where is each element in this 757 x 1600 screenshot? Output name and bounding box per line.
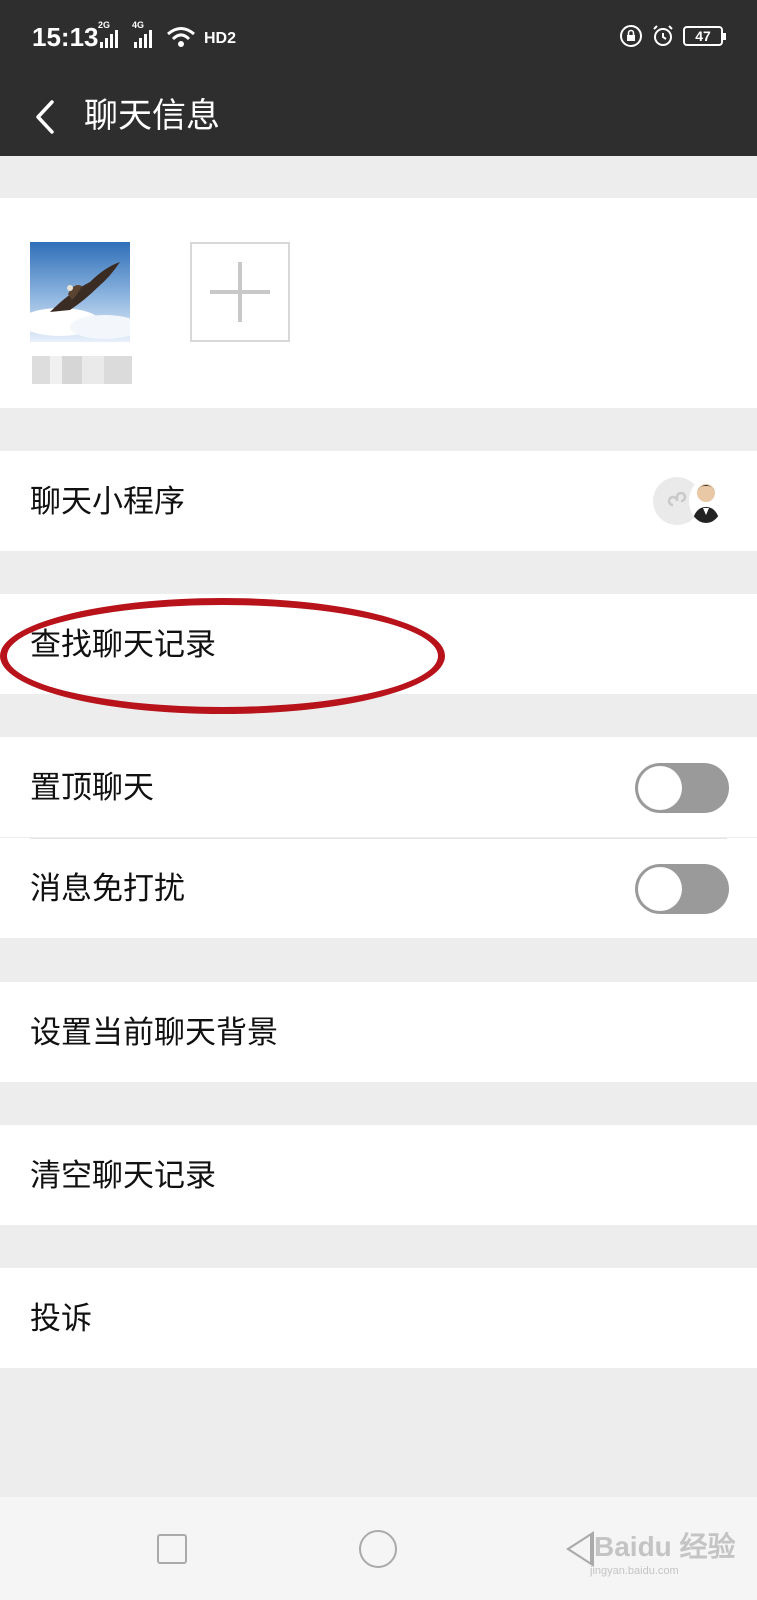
- status-time: 15:13: [32, 22, 99, 52]
- home-button[interactable]: [359, 1530, 397, 1568]
- signal-indicators: 2G 4G HD2: [98, 20, 237, 48]
- clear-history-label: 清空聊天记录: [30, 1158, 216, 1194]
- add-member-button[interactable]: [190, 242, 290, 342]
- plus-icon: [210, 262, 270, 322]
- member-name-blurred: [32, 356, 132, 384]
- back-button[interactable]: [28, 92, 68, 142]
- mute-notifications-toggle[interactable]: [635, 864, 729, 914]
- title-bar: 聊天信息: [0, 78, 757, 156]
- status-bar: 15:13 2G 4G HD2 47: [0, 0, 757, 78]
- set-background-row[interactable]: 设置当前聊天背景: [0, 982, 757, 1082]
- toggle-knob: [638, 867, 682, 911]
- battery-icon: 47: [683, 26, 726, 46]
- mini-programs-label: 聊天小程序: [30, 484, 185, 520]
- person-avatar-icon: [689, 479, 723, 523]
- alarm-icon: [653, 25, 673, 46]
- mini-programs-row[interactable]: 聊天小程序: [0, 451, 757, 551]
- mute-notifications-label: 消息免打扰: [30, 871, 185, 907]
- report-row[interactable]: 投诉: [0, 1268, 757, 1368]
- pin-chat-row[interactable]: 置顶聊天: [0, 737, 757, 837]
- wifi-icon: [167, 27, 195, 47]
- status-right-icons: 47: [619, 24, 726, 48]
- pin-chat-toggle[interactable]: [635, 763, 729, 813]
- back-triangle-inner: [570, 1536, 590, 1562]
- page-title: 聊天信息: [84, 96, 220, 136]
- member-avatar[interactable]: [30, 242, 130, 342]
- recent-apps-button[interactable]: [157, 1534, 187, 1564]
- divider: [30, 838, 727, 839]
- system-nav-bar: Baidu 经验 jingyan.baidu.com: [0, 1497, 757, 1600]
- chevron-left-icon: [36, 100, 54, 134]
- clear-history-row[interactable]: 清空聊天记录: [0, 1125, 757, 1225]
- lock-rotation-icon: [620, 25, 642, 47]
- set-background-label: 设置当前聊天背景: [30, 1015, 278, 1051]
- mute-notifications-row[interactable]: 消息免打扰: [0, 838, 757, 938]
- baidu-watermark: Baidu 经验: [594, 1531, 736, 1562]
- toggle-knob: [638, 766, 682, 810]
- hd-voice-icon: HD2: [204, 30, 237, 47]
- eagle-avatar-image: [30, 242, 130, 342]
- watermark-url: jingyan.baidu.com: [590, 1565, 679, 1577]
- mini-program-icons: [653, 477, 723, 525]
- cellular-signal-icon: 2G: [98, 20, 118, 48]
- red-annotation-circle: [0, 598, 445, 714]
- pin-chat-label: 置顶聊天: [30, 770, 154, 806]
- cellular-signal-icon: 4G: [132, 20, 152, 48]
- report-label: 投诉: [30, 1301, 92, 1337]
